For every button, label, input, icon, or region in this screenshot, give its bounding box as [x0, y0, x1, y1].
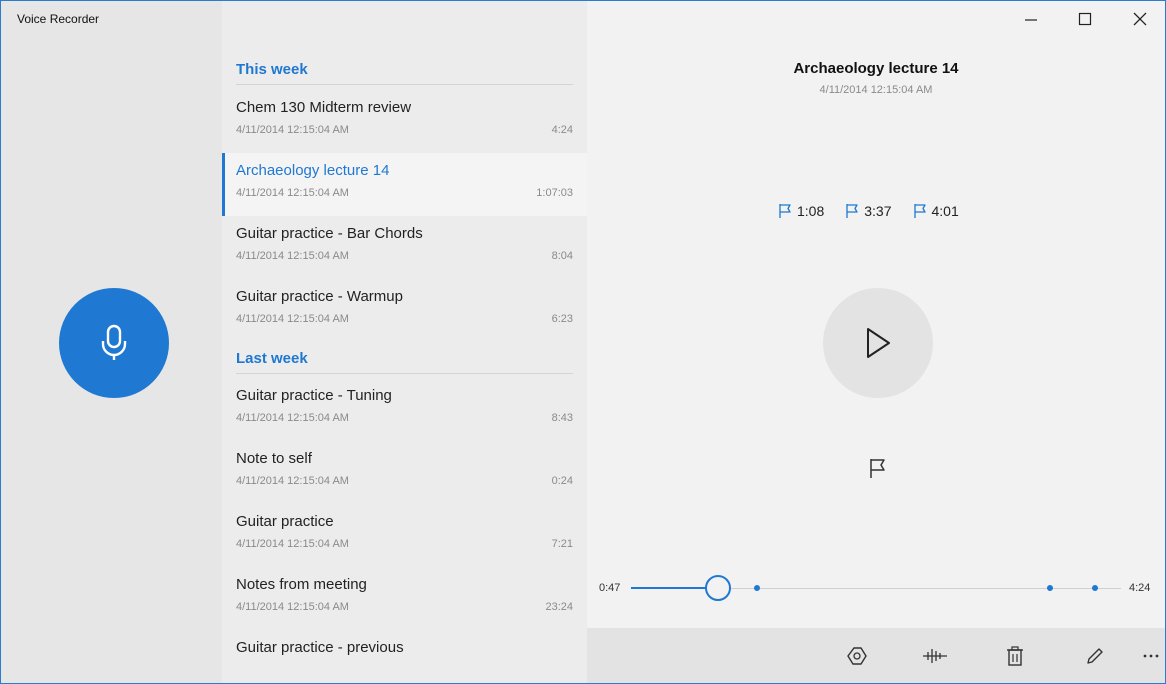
marker-time: 3:37 — [864, 203, 892, 219]
recording-date: 4/11/2014 12:15:04 AM — [236, 313, 349, 325]
more-button[interactable] — [1137, 642, 1165, 670]
group-header-label: Last week — [236, 350, 308, 367]
seek-thumb[interactable] — [705, 575, 732, 601]
rename-button[interactable] — [1081, 642, 1109, 670]
recording-name: Chem 130 Midterm review — [236, 99, 412, 116]
microphone-icon — [101, 324, 127, 360]
trim-icon — [923, 649, 947, 663]
left-rail: Voice Recorder — [1, 1, 222, 683]
recording-name: Guitar practice - Bar Chords — [236, 225, 423, 242]
recording-name: Guitar practice - Warmup — [236, 288, 403, 305]
recording-item[interactable]: Note to self 4/11/2014 12:15:04 AM 0:24 — [222, 441, 587, 504]
delete-icon — [1007, 646, 1023, 666]
record-button[interactable] — [59, 288, 169, 398]
recording-duration: 7:21 — [551, 538, 573, 550]
recording-duration: 23:24 — [545, 601, 573, 613]
recording-item[interactable]: Guitar practice - Bar Chords 4/11/2014 12… — [222, 216, 587, 279]
recording-date: 4/11/2014 12:15:04 AM — [236, 538, 349, 550]
seek-bar[interactable] — [631, 575, 1121, 601]
recording-date: 4/11/2014 12:15:04 AM — [819, 84, 933, 96]
trim-button[interactable] — [921, 642, 949, 670]
play-icon — [867, 328, 890, 358]
recording-item[interactable]: Archaeology lecture 14 4/11/2014 12:15:04… — [222, 153, 587, 216]
recording-name: Guitar practice — [236, 513, 334, 530]
close-button[interactable] — [1122, 5, 1158, 33]
group-header: Last week — [236, 342, 573, 374]
flag-icon — [913, 204, 926, 218]
total-time: 4:24 — [1129, 582, 1151, 594]
player-pane: Archaeology lecture 14 4/11/2014 12:15:0… — [587, 1, 1165, 683]
flag-icon — [779, 204, 791, 218]
recording-date: 4/11/2014 12:15:04 AM — [236, 124, 349, 136]
marker-time: 1:08 — [797, 203, 825, 219]
minimize-icon — [1025, 19, 1037, 21]
group-header-label: This week — [236, 61, 308, 78]
recording-name: Guitar practice - Tuning — [236, 387, 392, 404]
delete-button[interactable] — [1001, 642, 1029, 670]
recording-item[interactable]: Chem 130 Midterm review 4/11/2014 12:15:0… — [222, 90, 587, 153]
seek-marker-tick[interactable] — [1047, 585, 1054, 591]
recording-item[interactable]: Notes from meeting 4/11/2014 12:15:04 AM 2… — [222, 567, 587, 630]
recording-duration: 1:07:03 — [536, 187, 573, 199]
minimize-button[interactable] — [1013, 5, 1049, 33]
maximize-icon — [1078, 12, 1092, 26]
seek-marker-tick[interactable] — [754, 585, 761, 591]
recording-date: 4/11/2014 12:15:04 AM — [236, 601, 349, 613]
group-header: This week — [236, 53, 573, 85]
recording-duration: 8:43 — [551, 412, 573, 424]
current-time: 0:47 — [599, 582, 621, 594]
recording-duration: 4:24 — [551, 124, 573, 136]
recordings-list[interactable]: This week Chem 130 Midterm review 4/11/201… — [222, 1, 587, 683]
recording-name: Note to self — [236, 450, 312, 467]
flag-icon — [846, 204, 858, 218]
play-button[interactable] — [823, 288, 933, 398]
marker-list: 1:08 3:37 4:01 — [777, 203, 959, 219]
recording-name: Guitar practice - previous — [236, 639, 404, 656]
close-icon — [1133, 12, 1147, 26]
rename-icon — [1087, 648, 1103, 664]
flag-icon — [870, 459, 885, 478]
app-window: Voice Recorder This week Chem 130 Midterm… — [0, 0, 1166, 684]
recording-date: 4/11/2014 12:15:04 AM — [236, 412, 349, 424]
marker-time: 4:01 — [931, 203, 959, 219]
recording-duration: 8:04 — [551, 250, 573, 262]
maximize-button[interactable] — [1067, 5, 1103, 33]
marker-chip[interactable]: 1:08 — [777, 203, 824, 219]
recording-duration: 6:23 — [551, 313, 573, 325]
add-marker-button[interactable] — [866, 456, 890, 480]
share-icon — [847, 647, 867, 665]
recording-date: 4/11/2014 12:15:04 AM — [236, 187, 349, 199]
recording-item[interactable]: Guitar practice - Tuning 4/11/2014 12:15:… — [222, 378, 587, 441]
recording-item[interactable]: Guitar practice - Warmup 4/11/2014 12:15:… — [222, 279, 587, 342]
recording-name: Notes from meeting — [236, 576, 367, 593]
seek-marker-tick[interactable] — [1092, 585, 1099, 591]
recording-title: Archaeology lecture 14 — [793, 60, 959, 77]
recording-date: 4/11/2014 12:15:04 AM — [236, 475, 349, 487]
marker-chip[interactable]: 4:01 — [912, 203, 959, 219]
share-button[interactable] — [843, 642, 871, 670]
recording-item[interactable]: Guitar practice 4/11/2014 12:15:04 AM 7:21 — [222, 504, 587, 567]
app-title: Voice Recorder — [17, 12, 100, 26]
command-bar — [587, 628, 1165, 683]
more-icon — [1143, 654, 1159, 658]
marker-chip[interactable]: 3:37 — [844, 203, 892, 219]
recording-duration: 0:24 — [551, 475, 573, 487]
recording-item[interactable]: Guitar practice - previous — [222, 630, 587, 683]
recording-date: 4/11/2014 12:15:04 AM — [236, 250, 349, 262]
selection-indicator — [222, 153, 225, 216]
recording-name: Archaeology lecture 14 — [236, 162, 390, 179]
